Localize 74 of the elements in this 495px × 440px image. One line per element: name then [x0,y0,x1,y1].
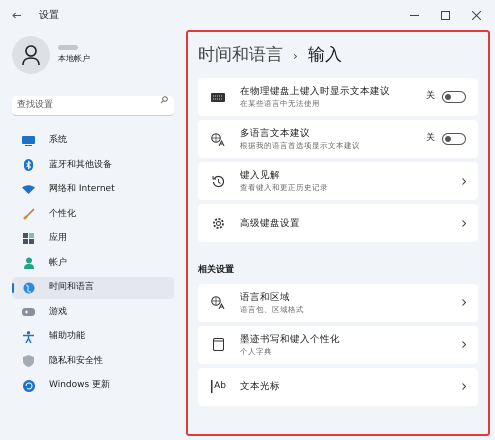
shield-icon [23,355,34,368]
accessibility-icon [23,330,34,343]
minimize-icon[interactable] [410,14,419,16]
settings-card[interactable]: 高级键盘设置 [198,204,478,242]
update-icon [22,380,34,392]
nav-label: 帐户 [49,256,67,270]
bluetooth-icon [24,159,33,172]
nav-label: 蓝牙和其他设备 [49,158,112,172]
page-title: 输入 [308,44,342,68]
maximize-icon[interactable] [441,10,450,20]
language-icon [211,132,225,146]
nav-item[interactable]: 帐户 [12,252,174,274]
toggle-state-label: 关 [426,132,435,146]
globe-icon [22,282,34,294]
keyboard-icon [211,92,225,102]
close-icon[interactable] [472,10,481,20]
nav-label: 网络和 Internet [49,183,115,196]
card-title: 高级键盘设置 [240,216,301,230]
card-title: 多语言文本建议 [240,127,311,140]
brush-icon [22,208,34,220]
wifi-icon [22,185,35,194]
chevron-right-icon [462,341,466,348]
nav-item[interactable]: 时间和语言 [12,276,174,299]
toggle-switch[interactable] [442,133,466,145]
nav-item[interactable]: 辅助功能 [12,326,174,348]
tablet-icon [212,338,224,351]
window-title: 设置 [39,8,59,22]
chevron-right-icon [462,178,466,184]
account-type: 本地帐户 [58,53,90,65]
chevron-right-icon [462,220,466,226]
nav-item[interactable]: 隐私和安全性 [12,350,174,372]
blurred-user-name [58,45,78,50]
breadcrumb-separator: › [293,48,298,65]
gear-icon [212,216,224,230]
nav-item[interactable]: 应用 [12,228,174,250]
selection-indicator [12,282,14,292]
history-icon [212,174,224,188]
card-title: 键入见解 [240,169,281,182]
text-cursor-icon [210,380,214,393]
back-icon[interactable] [12,12,21,18]
search-icon [160,96,168,104]
nav-item[interactable]: 个性化 [12,203,174,226]
gamepad-icon [22,308,35,316]
nav-label: 个性化 [49,208,76,220]
monitor-icon [22,136,35,146]
nav-item[interactable]: 蓝牙和其他设备 [12,154,174,176]
nav-label: 时间和语言 [49,281,94,294]
nav-item[interactable]: Windows 更新 [12,374,174,397]
nav-label: 隐私和安全性 [49,354,103,368]
card-title: 语言和区域 [240,290,291,304]
settings-card[interactable]: Ab 文本光标 [198,368,478,406]
toggle-state-label: 关 [426,90,435,104]
chevron-right-icon [462,299,466,306]
apps-icon [23,233,34,244]
chevron-right-icon [462,383,466,390]
section-heading: 相关设置 [198,264,235,277]
nav-item[interactable]: 网络和 Internet [12,178,174,201]
person-icon [22,45,40,65]
toggle-switch[interactable] [442,91,466,103]
card-title: 墨迹书写和键入个性化 [240,332,341,346]
card-title: 文本光标 [240,380,281,393]
nav-label: 辅助功能 [49,330,85,343]
icon-label: Ab [214,380,226,393]
nav-label: 应用 [49,232,67,245]
person-icon [24,257,34,270]
breadcrumb-parent[interactable]: 时间和语言 [198,43,283,69]
search-field[interactable]: 查找设置 [12,96,174,116]
nav-label: 游戏 [49,306,67,318]
nav-label: Windows 更新 [49,379,110,392]
language-icon [211,296,225,309]
card-title: 在物理键盘上键入时显示文本建议 [240,85,391,98]
nav-label: 系统 [49,134,67,147]
nav-item[interactable]: 游戏 [12,301,174,324]
nav-item[interactable]: 系统 [12,130,174,152]
